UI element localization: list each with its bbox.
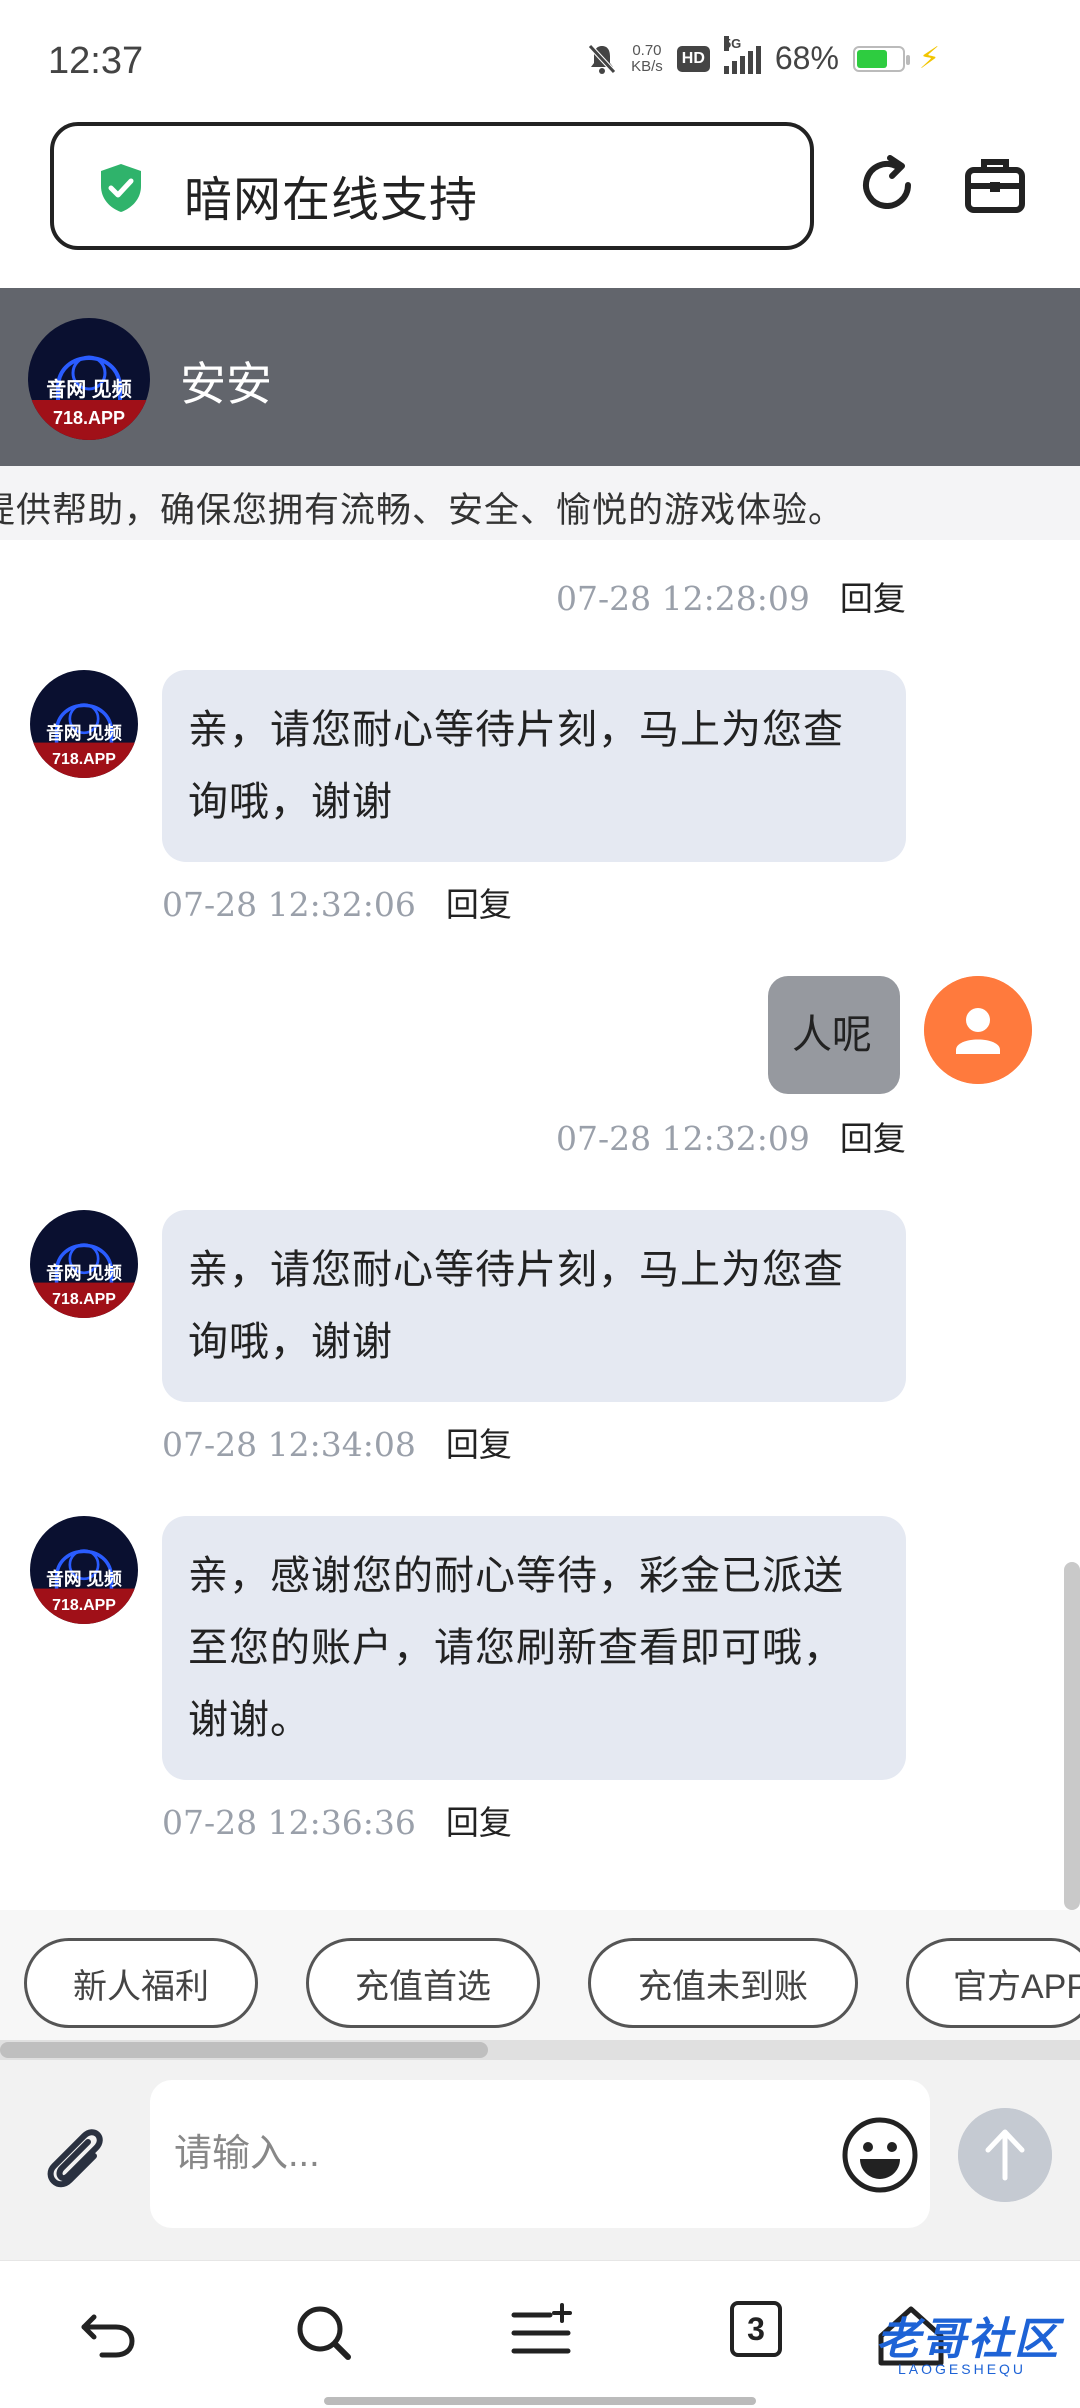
home-indicator[interactable] [324,2397,756,2405]
svg-text:718.APP: 718.APP [52,1597,116,1614]
back-icon[interactable] [72,2297,142,2367]
agent-name: 安安 [180,358,272,410]
hacker-avatar-icon: 音网 见频 718.APP [28,318,150,440]
quick-replies-scrollbar[interactable] [0,2040,1080,2060]
agent-avatar: 音网 见频 718.APP [28,318,150,440]
message-meta: 07-28 12:32:09 回复 [556,1112,906,1160]
quick-reply-chip[interactable]: 官方APP [906,1938,1080,2028]
message-time: 07-28 12:34:08 [162,1425,416,1464]
signal-icon: 5G [723,35,761,74]
watermark-subtext: LAOGESHEQU [898,2361,1027,2377]
message-bubble: 亲，感谢您的耐心等待，彩金已派送至您的账户，请您刷新查看即可哦，谢谢。 [162,1516,906,1780]
message-input[interactable] [150,2080,930,2228]
search-icon[interactable] [288,2297,358,2367]
avatar-logo-text: 音网 见频 [46,377,132,401]
charging-bolt-icon: ⚡ [918,42,940,75]
message-meta: 07-28 12:32:06 回复 [162,878,512,926]
reply-button[interactable]: 回复 [446,1804,512,1841]
reply-button[interactable]: 回复 [446,1426,512,1463]
quick-replies: 新人福利 充值首选 充值未到账 官方APP [0,1910,1080,2040]
battery-fill [856,49,887,68]
quick-reply-chip[interactable]: 新人福利 [24,1938,258,2028]
net-speed: 0.70 KB/s [631,41,663,75]
chat-scrollbar[interactable] [1064,1562,1080,1910]
reply-button[interactable]: 回复 [840,1120,906,1157]
agent-avatar: 音网 见频 718.APP [30,1516,138,1624]
svg-text:音网 见频: 音网 见频 [46,1262,122,1283]
send-arrow-icon[interactable] [958,2108,1052,2202]
chat-messages[interactable]: 07-28 12:28:09 回复 音网 见频 718.APP 亲，请您耐心等待片… [0,540,1080,1910]
page-title: 暗网在线支持 [184,174,479,227]
message-meta: 07-28 12:34:08 回复 [162,1418,512,1466]
message-bubble: 人呢 [768,976,900,1094]
browser-bottom-nav: 3 老哥社区 LAOGESHEQU [0,2260,1080,2408]
scrollbar-thumb[interactable] [0,2042,488,2058]
message-meta: 07-28 12:28:09 回复 [556,572,906,620]
input-bar [0,2060,1080,2260]
watermark-logo: 老哥社区 LAOGESHEQU [836,2291,1066,2391]
status-icons: 0.70 KB/s HD 5G 68% ⚡ [587,35,940,77]
message-bubble: 亲，请您耐心等待片刻，马上为您查询哦，谢谢 [162,1210,906,1402]
tabs-icon[interactable]: 3 [730,2301,782,2357]
network-type: 5G [723,35,742,51]
svg-text:音网 见频: 音网 见频 [46,1568,122,1589]
reply-button[interactable]: 回复 [446,886,512,923]
status-time: 12:37 [48,40,144,82]
address-bar[interactable]: 暗网在线支持 [50,122,814,250]
quick-reply-chip[interactable]: 充值未到账 [588,1938,858,2028]
watermark-text: 老哥社区 [876,2315,1060,2364]
message-time: 07-28 12:28:09 [556,579,810,618]
menu-icon[interactable] [506,2297,576,2367]
message-bubble: 亲，请您耐心等待片刻，马上为您查询哦，谢谢 [162,670,906,862]
shield-check-icon [101,164,141,212]
user-avatar [924,976,1032,1084]
svg-text:718.APP: 718.APP [52,751,116,768]
hd-icon: HD [676,45,710,72]
bell-muted-icon [588,43,616,74]
hacker-avatar-icon: 音网 见频 718.APP [30,1516,138,1624]
hacker-avatar-icon: 音网 见频 718.APP [30,1210,138,1318]
battery-percent: 68% [774,40,839,76]
message-time: 07-28 12:36:36 [162,1803,416,1842]
battery-icon [852,45,910,72]
emoji-icon[interactable] [840,2115,920,2195]
reload-icon[interactable] [852,150,922,220]
toolbox-icon[interactable] [960,150,1030,220]
hacker-avatar-icon: 音网 见频 718.APP [30,670,138,778]
paperclip-icon[interactable] [36,2120,116,2200]
agent-avatar: 音网 见频 718.APP [30,670,138,778]
agent-avatar: 音网 见频 718.APP [30,1210,138,1318]
avatar-logo-subtext: 718.APP [53,408,125,428]
message-time: 07-28 12:32:09 [556,1119,810,1158]
status-bar: 12:37 0.70 KB/s HD 5G 68% ⚡ [0,0,1080,110]
notice-text: 提供帮助，确保您拥有流畅、安全、愉悦的游戏体验。 [0,491,845,530]
svg-text:音网 见频: 音网 见频 [46,722,122,743]
quick-reply-chip[interactable]: 充值首选 [306,1938,540,2028]
message-meta: 07-28 12:36:36 回复 [162,1796,512,1844]
chat-header: 音网 见频 718.APP 安安 [0,288,1080,466]
notice-marquee: 提供帮助，确保您拥有流畅、安全、愉悦的游戏体验。 [0,466,1080,540]
reply-button[interactable]: 回复 [840,580,906,617]
svg-text:718.APP: 718.APP [52,1291,116,1308]
message-time: 07-28 12:32:06 [162,885,416,924]
